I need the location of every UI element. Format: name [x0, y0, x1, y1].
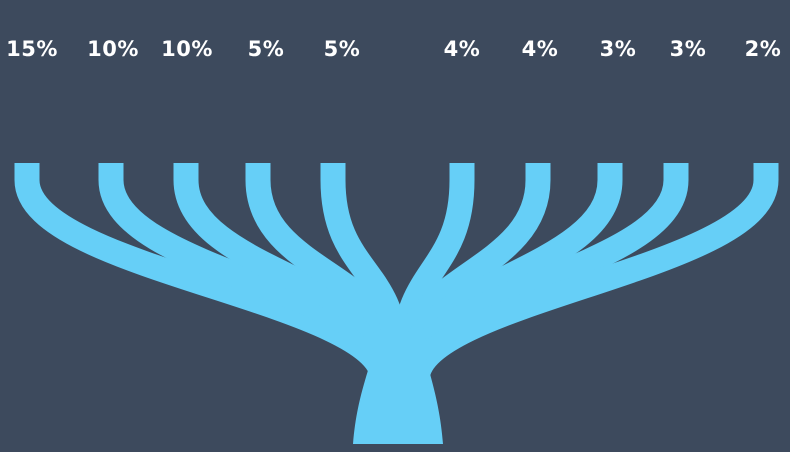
branch-label-3: 10%	[161, 37, 213, 61]
branching-flow-diagram: 15% 10% 10% 5% 5% 4% 4% 3% 3% 2%	[6, 37, 781, 444]
branch-label-5: 5%	[324, 37, 361, 61]
percentage-labels-group: 15% 10% 10% 5% 5% 4% 4% 3% 3% 2%	[6, 37, 781, 61]
branch-label-6: 4%	[444, 37, 481, 61]
branch-label-7: 4%	[522, 37, 559, 61]
flow-branches-group	[14, 163, 779, 444]
branch-label-2: 10%	[87, 37, 139, 61]
branch-label-10: 2%	[745, 37, 782, 61]
branch-label-1: 15%	[6, 37, 58, 61]
branch-label-4: 5%	[248, 37, 285, 61]
branch-label-9: 3%	[670, 37, 707, 61]
branch-label-8: 3%	[600, 37, 637, 61]
